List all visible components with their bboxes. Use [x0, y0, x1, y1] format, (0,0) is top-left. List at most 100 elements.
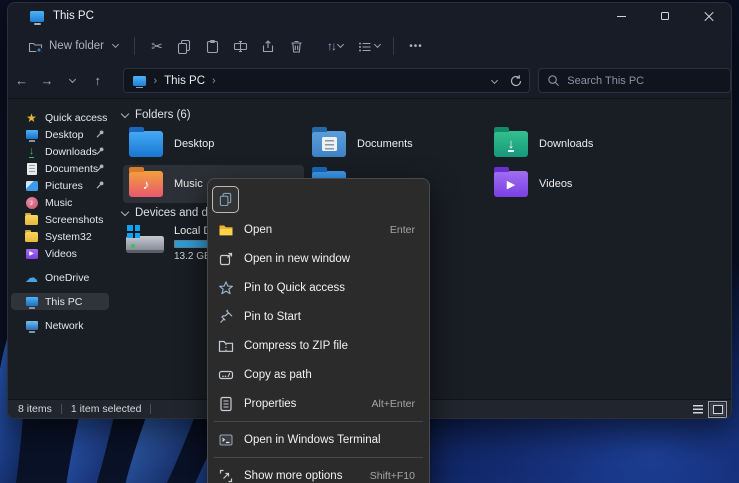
paste-button[interactable] [199, 33, 227, 59]
sidebar-item-screenshots[interactable]: Screenshots [11, 211, 109, 228]
sidebar-item-pictures[interactable]: Pictures [11, 177, 109, 194]
documents-folder-icon [312, 131, 346, 157]
more-icon: ••• [409, 41, 423, 52]
chevron-down-icon [112, 41, 119, 48]
menu-item-open[interactable]: Open Enter [212, 215, 425, 244]
large-icons-view-button[interactable] [710, 403, 725, 416]
pictures-icon [24, 181, 39, 191]
address-bar[interactable]: › This PC › [123, 68, 530, 93]
menu-item-show-more-options[interactable]: Show more options Shift+F10 [212, 461, 425, 483]
open-folder-icon [218, 222, 234, 238]
this-pc-icon [30, 11, 44, 22]
sort-button[interactable]: ↑↓ [321, 33, 349, 59]
sidebar-item-this-pc[interactable]: This PC [11, 293, 109, 310]
details-view-button[interactable] [690, 403, 705, 416]
sidebar-item-videos[interactable]: ▶ Videos [11, 245, 109, 262]
this-pc-icon [24, 297, 39, 306]
sidebar-item-downloads[interactable]: ↓ Downloads [11, 143, 109, 160]
terminal-icon [218, 432, 234, 448]
see-more-button[interactable]: ••• [402, 33, 430, 59]
open-new-window-icon [218, 251, 234, 267]
new-folder-button[interactable]: New folder [20, 35, 126, 58]
windows-logo-icon [127, 225, 140, 238]
this-pc-icon [133, 76, 146, 86]
quick-copy-button[interactable] [212, 186, 239, 213]
cut-button[interactable]: ✂ [143, 33, 171, 59]
sidebar-item-system32[interactable]: System32 [11, 228, 109, 245]
sidebar-item-network[interactable]: Network [11, 317, 109, 334]
copy-icon [219, 192, 233, 206]
new-folder-label: New folder [49, 40, 104, 52]
sidebar-item-music[interactable]: ♪ Music [11, 194, 109, 211]
maximize-icon [661, 12, 669, 20]
menu-item-pin-to-start[interactable]: Pin to Start [212, 302, 425, 331]
folders-section-header[interactable]: Folders (6) [122, 109, 191, 121]
item-count: 8 items [18, 403, 52, 415]
sidebar-item-documents[interactable]: Documents [11, 160, 109, 177]
toolbar-divider [134, 37, 135, 55]
collapse-chevron-icon [121, 109, 129, 117]
pin-icon [95, 129, 105, 139]
folder-tile-videos[interactable]: ▶ Videos [488, 165, 669, 203]
copy-icon [177, 39, 192, 54]
sort-icon: ↑↓ [327, 39, 335, 53]
menu-item-compress-to-zip[interactable]: Compress to ZIP file [212, 331, 425, 360]
downloads-icon: ↓ [24, 146, 39, 158]
breadcrumb-this-pc[interactable]: This PC [164, 75, 205, 87]
search-icon [547, 74, 560, 87]
downloads-folder-icon: ↓ [494, 131, 528, 157]
minimize-button[interactable] [599, 3, 643, 29]
refresh-icon[interactable] [509, 74, 523, 88]
folder-tile-downloads[interactable]: ↓ Downloads [488, 125, 669, 163]
folder-tile-desktop[interactable]: Desktop [123, 125, 304, 163]
breadcrumb-separator: › [153, 75, 157, 87]
breadcrumb-separator: › [212, 75, 216, 87]
search-input[interactable] [567, 75, 717, 87]
up-button[interactable]: ↑ [86, 69, 109, 93]
view-button[interactable] [355, 33, 383, 59]
address-bar-row: ← → ↑ › This PC › [8, 63, 731, 99]
pin-icon [95, 180, 105, 190]
context-menu: Open Enter Open in new window Pin to Qui… [207, 178, 430, 483]
zip-folder-icon [218, 338, 234, 354]
back-icon: ← [15, 73, 28, 88]
menu-item-open-in-new-window[interactable]: Open in new window [212, 244, 425, 273]
delete-button[interactable] [283, 33, 311, 59]
menu-item-properties[interactable]: Properties Alt+Enter [212, 389, 425, 418]
back-button[interactable]: ← [10, 69, 33, 93]
screen: This PC New folder ✂ [0, 0, 739, 483]
copy-button[interactable] [171, 33, 199, 59]
close-icon [704, 11, 714, 21]
sidebar-item-onedrive[interactable]: ☁ OneDrive [11, 269, 109, 286]
navigation-pane: ★ Quick access Desktop ↓ Downloads Docum… [8, 99, 112, 399]
copy-as-path-icon [218, 367, 234, 383]
desktop-folder-icon [129, 131, 163, 157]
recent-locations-button[interactable] [61, 69, 84, 93]
onedrive-icon: ☁ [24, 270, 39, 286]
rename-button[interactable] [227, 33, 255, 59]
folder-tile-documents[interactable]: Documents [306, 125, 487, 163]
pin-icon [218, 309, 234, 325]
close-button[interactable] [687, 3, 731, 29]
menu-item-open-in-windows-terminal[interactable]: Open in Windows Terminal [212, 425, 425, 454]
share-icon [261, 39, 276, 54]
network-icon [24, 321, 39, 330]
menu-item-pin-to-quick-access[interactable]: Pin to Quick access [212, 273, 425, 302]
menu-item-copy-as-path[interactable]: Copy as path [212, 360, 425, 389]
folder-icon [24, 232, 39, 242]
sidebar-item-desktop[interactable]: Desktop [11, 126, 109, 143]
share-button[interactable] [255, 33, 283, 59]
chevron-down-icon [374, 41, 381, 48]
delete-icon [289, 39, 304, 54]
menu-separator [214, 457, 423, 458]
address-dropdown-icon[interactable] [491, 77, 498, 84]
up-icon: ↑ [95, 73, 102, 88]
cut-icon: ✂ [151, 39, 163, 53]
menu-separator [214, 421, 423, 422]
videos-icon: ▶ [24, 249, 39, 259]
maximize-button[interactable] [643, 3, 687, 29]
forward-button[interactable]: → [35, 69, 58, 93]
sidebar-item-quick-access[interactable]: ★ Quick access [11, 109, 109, 126]
search-box[interactable] [538, 68, 731, 93]
status-divider [150, 404, 151, 414]
